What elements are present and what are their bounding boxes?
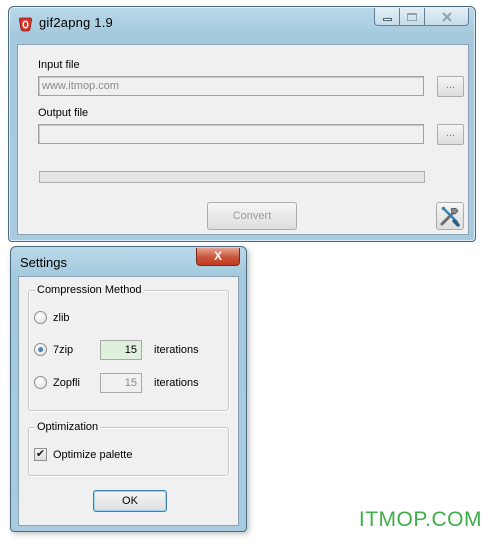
input-file-label: Input file: [38, 59, 80, 71]
caption-buttons: [374, 8, 469, 26]
radio-7zip-label: 7zip: [53, 344, 74, 356]
close-icon: [441, 11, 452, 22]
settings-tools-icon: [440, 206, 460, 227]
settings-title: Settings: [20, 255, 67, 270]
optimize-palette-checkbox[interactable]: ✔: [34, 448, 47, 461]
optimization-group: Optimization ✔ Optimize palette: [28, 420, 229, 476]
compression-group-label: Compression Method: [35, 283, 144, 297]
radio-zopfli[interactable]: [34, 376, 47, 389]
zopfli-iterations-input[interactable]: 15: [100, 373, 142, 393]
checkmark-icon: ✔: [35, 448, 46, 460]
window-title: gif2apng 1.9: [39, 15, 113, 30]
convert-button[interactable]: Convert: [207, 202, 297, 230]
input-browse-button[interactable]: ...: [437, 76, 464, 97]
close-icon: X: [213, 249, 222, 263]
output-file-label: Output file: [38, 107, 89, 119]
optimization-group-label: Optimization: [35, 420, 101, 434]
main-client-area: Input file www.itmop.com ... Output file…: [17, 44, 469, 235]
input-file-field[interactable]: www.itmop.com: [38, 76, 424, 96]
radio-7zip[interactable]: [34, 343, 47, 356]
ok-button[interactable]: OK: [93, 490, 167, 512]
minimize-icon: [382, 18, 392, 21]
output-browse-button[interactable]: ...: [437, 124, 464, 145]
zopfli-iterations-label: iterations: [154, 377, 199, 389]
optimize-palette-label: Optimize palette: [53, 449, 133, 461]
main-window: gif2apng 1.9 Input file www.itmop.com ..…: [8, 6, 476, 242]
7zip-iterations-input[interactable]: 15: [100, 340, 142, 360]
radio-zopfli-label: Zopfli: [53, 377, 80, 389]
progress-bar: [39, 171, 425, 183]
settings-close-button[interactable]: X: [196, 248, 240, 266]
maximize-button[interactable]: [400, 8, 425, 26]
maximize-icon: [407, 12, 417, 21]
settings-dialog: Settings X Compression Method zlib 7zip …: [10, 246, 247, 532]
compression-group: Compression Method zlib 7zip 15 iteratio…: [28, 283, 229, 411]
main-titlebar[interactable]: gif2apng 1.9: [9, 7, 475, 37]
app-icon: [19, 17, 32, 32]
minimize-button[interactable]: [374, 8, 400, 26]
close-button[interactable]: [425, 8, 469, 26]
radio-zlib-label: zlib: [53, 312, 70, 324]
settings-button[interactable]: [436, 202, 464, 230]
7zip-iterations-label: iterations: [154, 344, 199, 356]
radio-zlib[interactable]: [34, 311, 47, 324]
watermark: ITMOP.COM: [358, 508, 482, 531]
settings-client-area: Compression Method zlib 7zip 15 iteratio…: [18, 276, 239, 526]
output-file-field[interactable]: [38, 124, 424, 144]
